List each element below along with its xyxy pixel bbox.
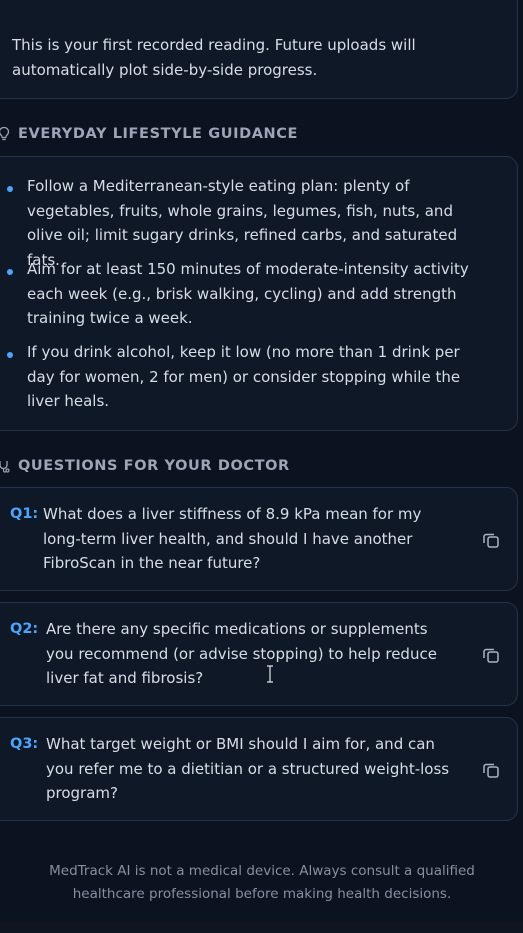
question-text: What does a liver stiffness of 8.9 kPa m… (43, 505, 422, 572)
copy-question-button[interactable] (479, 758, 503, 782)
guidance-text: If you drink alcohol, keep it low (no mo… (27, 343, 461, 410)
bottom-bar (0, 922, 523, 933)
lifestyle-section-title: EVERYDAY LIFESTYLE GUIDANCE (18, 126, 299, 142)
first-reading-note: This is your first recorded reading. Fut… (12, 36, 416, 79)
disclaimer-text: MedTrack AI is not a medical device. Alw… (49, 863, 475, 902)
question-label: Q3: (10, 736, 39, 752)
copy-icon (483, 533, 499, 548)
intro-card: This is your first recorded reading. Fut… (0, 0, 518, 99)
text-cursor-icon (265, 665, 275, 683)
question-card-1: Q1: What does a liver stiffness of 8.9 k… (0, 487, 518, 591)
guidance-text: Aim for at least 150 minutes of moderate… (27, 260, 469, 327)
question-card-2: Q2: Are there any specific medications o… (0, 602, 518, 706)
copy-icon (483, 763, 499, 778)
copy-icon (483, 648, 499, 663)
copy-question-button[interactable] (479, 643, 503, 667)
question-label: Q2: (10, 621, 39, 637)
bullet-icon (7, 269, 13, 275)
copy-question-button[interactable] (479, 528, 503, 552)
stethoscope-icon (0, 458, 10, 474)
list-item: Aim for at least 150 minutes of moderate… (7, 257, 487, 331)
question-label: Q1: (10, 506, 39, 522)
question-text: What target weight or BMI should I aim f… (46, 735, 450, 802)
question-card-3: Q3: What target weight or BMI should I a… (0, 717, 518, 821)
lightbulb-icon (0, 126, 10, 142)
bullet-icon (7, 352, 13, 358)
lifestyle-guidance-card: Follow a Mediterranean-style eating plan… (0, 156, 518, 431)
lifestyle-section-header: EVERYDAY LIFESTYLE GUIDANCE (0, 124, 298, 144)
question-text: Are there any specific medications or su… (46, 620, 437, 687)
questions-section-title: QUESTIONS FOR YOUR DOCTOR (18, 458, 290, 474)
bullet-icon (7, 186, 13, 192)
questions-section-header: QUESTIONS FOR YOUR DOCTOR (0, 456, 290, 476)
list-item: If you drink alcohol, keep it low (no mo… (7, 340, 487, 414)
